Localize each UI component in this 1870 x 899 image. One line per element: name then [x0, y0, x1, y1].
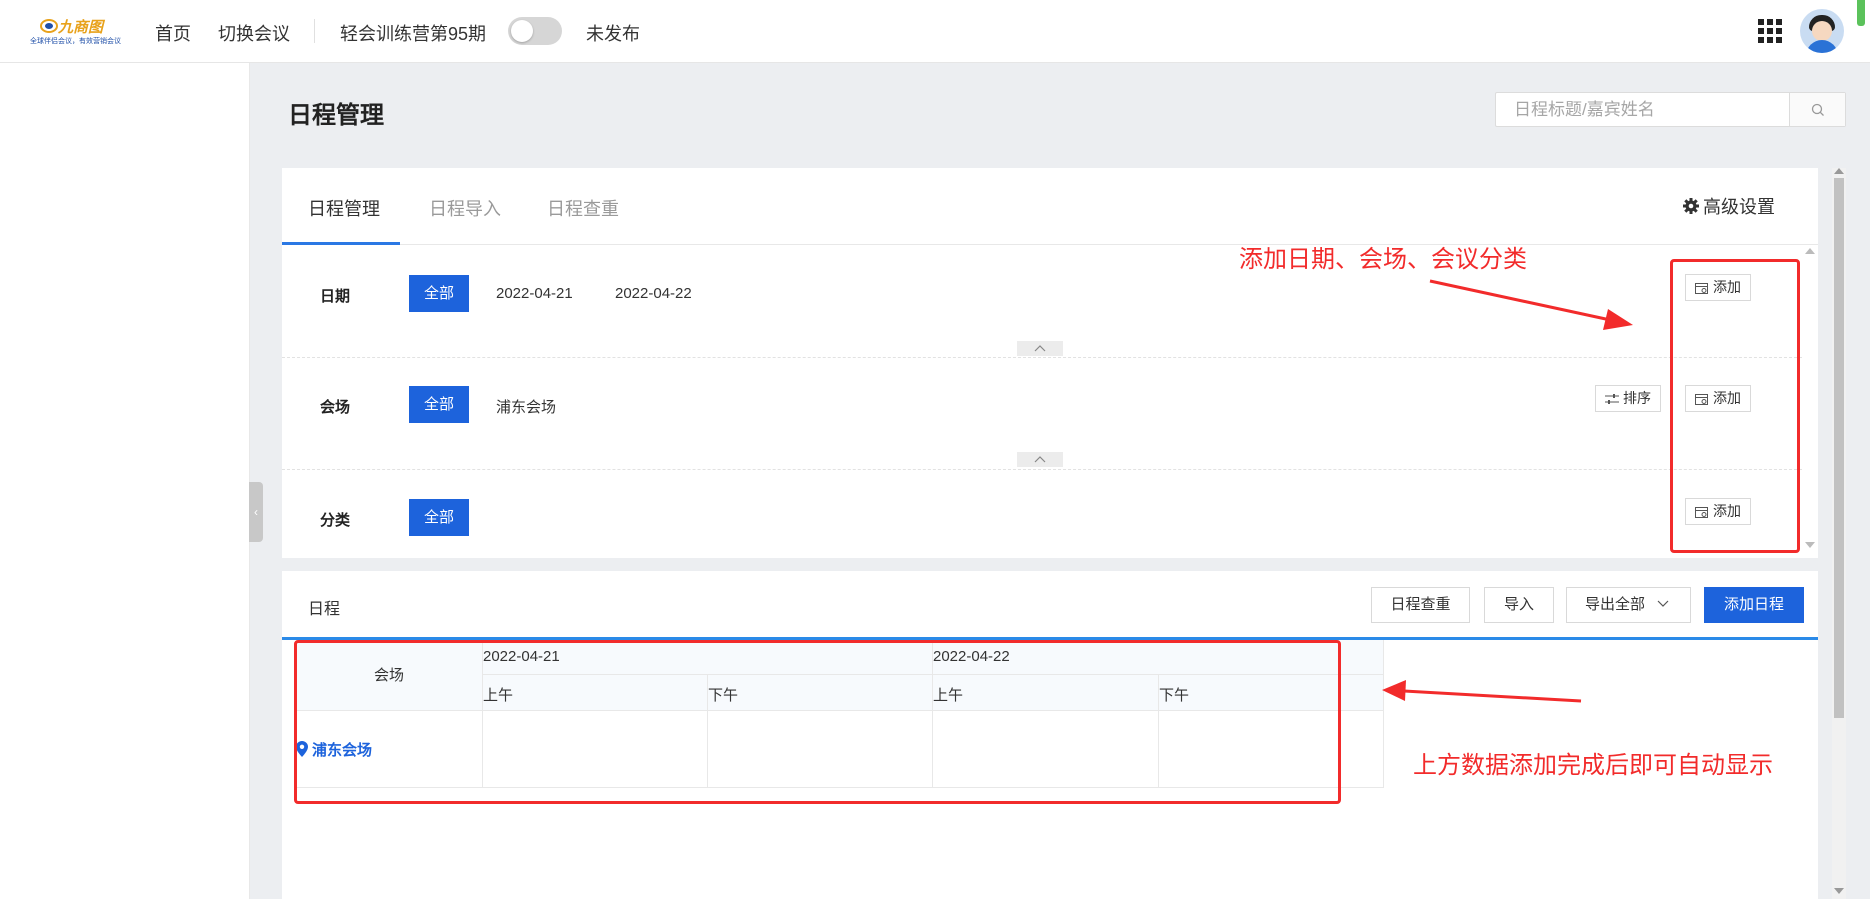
venue-all-button[interactable]: 全部 [409, 386, 469, 423]
date-item[interactable]: 2022-04-22 [615, 285, 692, 302]
filter-row-category: 分类 全部 添加 [282, 470, 1802, 556]
tab-bar: 日程管理 日程导入 日程查重 高级设置 [282, 168, 1818, 245]
gear-icon [1683, 198, 1699, 214]
annotation-box-schedule-grid [294, 640, 1341, 804]
chevron-up-icon [1034, 456, 1046, 463]
search-box [1495, 92, 1846, 127]
apps-grid-icon[interactable] [1758, 19, 1782, 43]
filter-label-date: 日期 [320, 288, 351, 305]
import-button[interactable]: 导入 [1484, 587, 1554, 623]
page-title: 日程管理 [288, 102, 384, 129]
dedupe-button[interactable]: 日程查重 [1371, 587, 1470, 623]
filter-card: 日程管理 日程导入 日程查重 高级设置 日期 全部 2022-04-21 202… [282, 168, 1818, 558]
brand-logo[interactable]: 九商图 全球伴侣会议，有效营销会议 [30, 14, 121, 48]
tab-schedule-dedupe[interactable]: 日程查重 [547, 195, 619, 221]
battery-indicator [1857, 0, 1865, 26]
tab-schedule-import[interactable]: 日程导入 [429, 195, 501, 221]
annotation-auto-display: 上方数据添加完成后即可自动显示 [1413, 752, 1773, 779]
logo-swirl-icon [40, 19, 58, 33]
toggle-knob [511, 20, 533, 42]
search-button[interactable] [1789, 93, 1845, 126]
filter-label-category: 分类 [320, 512, 351, 529]
nav-divider [314, 19, 315, 43]
meeting-name: 轻会训练营第95期 [340, 24, 487, 44]
left-sidebar [0, 63, 250, 899]
collapse-venue-toggle[interactable] [1017, 452, 1063, 467]
annotation-box-add-buttons [1670, 259, 1800, 553]
add-schedule-button[interactable]: 添加日程 [1704, 587, 1804, 623]
filter-row-date: 日期 全部 2022-04-21 2022-04-22 添加 [282, 246, 1802, 358]
chevron-down-icon [1657, 600, 1669, 607]
category-all-button[interactable]: 全部 [409, 499, 469, 536]
page-scrollbar[interactable] [1832, 168, 1846, 899]
logo-tagline: 全球伴侣会议，有效营销会议 [30, 38, 121, 45]
filter-scrollbar[interactable] [1802, 246, 1818, 558]
logo-wordmark: 九商图 [40, 16, 103, 37]
filter-row-venue: 会场 全部 浦东会场 排序 添加 [282, 358, 1802, 470]
search-icon [1811, 103, 1824, 116]
date-all-button[interactable]: 全部 [409, 275, 469, 312]
sort-venue-button[interactable]: 排序 [1595, 385, 1661, 412]
export-all-dropdown[interactable]: 导出全部 [1566, 587, 1691, 623]
nav-home-link[interactable]: 首页 [155, 20, 191, 46]
top-bar: 九商图 全球伴侣会议，有效营销会议 首页 切换会议 轻会训练营第95期 未发布 [0, 0, 1870, 63]
chevron-up-icon [1034, 345, 1046, 352]
publish-status: 未发布 [586, 24, 640, 44]
active-tab-indicator [282, 242, 400, 245]
filter-label-venue: 会场 [320, 399, 351, 416]
sidebar-collapse-handle[interactable]: ‹ [249, 482, 263, 542]
tab-schedule-management[interactable]: 日程管理 [308, 195, 380, 221]
publish-toggle[interactable] [508, 17, 562, 45]
date-item[interactable]: 2022-04-21 [496, 285, 573, 302]
search-input[interactable] [1496, 93, 1788, 126]
collapse-date-toggle[interactable] [1017, 341, 1063, 356]
advanced-settings-button[interactable]: 高级设置 [1682, 193, 1775, 219]
annotation-add-filters: 添加日期、会场、会议分类 [1239, 246, 1527, 273]
sort-sliders-icon [1605, 394, 1619, 404]
nav-switch-meeting-link[interactable]: 切换会议 [218, 20, 290, 46]
venue-item[interactable]: 浦东会场 [496, 396, 556, 417]
schedule-title: 日程 [308, 601, 341, 618]
user-avatar[interactable] [1800, 9, 1844, 53]
